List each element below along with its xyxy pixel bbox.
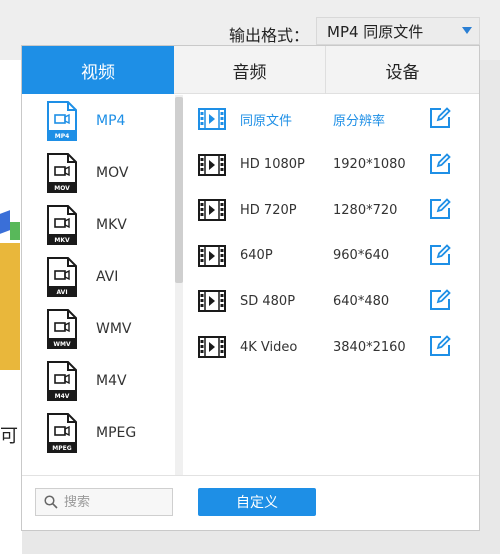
search-input[interactable] — [64, 494, 164, 510]
svg-text:WMV: WMV — [53, 341, 71, 348]
svg-text:MOV: MOV — [54, 185, 70, 192]
svg-text:AVI: AVI — [56, 289, 67, 296]
preset-resolution: 1920*1080 — [333, 157, 406, 173]
format-list: MP4 MP4 MOV MOV MKV MKV AVI AVI WMV WMV M4V M4V MPEG… — [22, 95, 183, 475]
format-label: AVI — [96, 269, 119, 285]
format-item-mov[interactable]: MOV MOV — [22, 147, 182, 199]
preset-name: 同原文件 — [240, 113, 293, 129]
preset-name: HD 1080P — [240, 157, 305, 173]
format-label: MP4 — [96, 113, 126, 129]
preset-name: 640P — [240, 248, 273, 264]
svg-text:M4V: M4V — [55, 393, 70, 400]
format-list-scrollbar[interactable] — [175, 95, 183, 475]
background-thumbnail — [0, 243, 20, 370]
preset-row[interactable]: HD 1080P 1920*1080 — [184, 142, 479, 188]
popup-footer: 自定义 — [22, 475, 479, 530]
category-tabs: 视频 音频 设备 — [22, 46, 479, 94]
edit-icon[interactable] — [429, 244, 451, 270]
format-item-avi[interactable]: AVI AVI — [22, 251, 182, 303]
preset-row[interactable]: 4K Video 3840*2160 — [184, 324, 479, 370]
edit-icon[interactable] — [429, 198, 451, 224]
search-icon — [44, 495, 58, 509]
preset-name: HD 720P — [240, 202, 297, 218]
background-shape — [0, 210, 10, 234]
format-item-mkv[interactable]: MKV MKV — [22, 199, 182, 251]
tab-device[interactable]: 设备 — [326, 46, 479, 94]
background-shape — [10, 222, 20, 240]
tab-video[interactable]: 视频 — [22, 46, 174, 94]
format-item-mp4[interactable]: MP4 MP4 — [22, 95, 182, 147]
format-label: MOV — [96, 165, 129, 181]
edit-icon[interactable] — [429, 335, 451, 361]
preset-name: SD 480P — [240, 293, 296, 309]
preset-row[interactable]: SD 480P 640*480 — [184, 278, 479, 324]
video-file-icon: MOV — [47, 153, 77, 193]
preset-resolution: 640*480 — [333, 293, 390, 309]
preset-resolution: 960*640 — [333, 248, 390, 264]
film-icon — [198, 336, 226, 362]
format-label: WMV — [96, 321, 132, 337]
custom-button[interactable]: 自定义 — [198, 488, 316, 516]
format-item-mpeg[interactable]: MPEG MPEG — [22, 407, 182, 459]
search-box[interactable] — [35, 488, 173, 516]
output-format-select[interactable]: MP4 同原文件 — [316, 17, 480, 45]
preset-row[interactable]: 同原文件 原分辨率 — [184, 96, 479, 142]
edit-icon[interactable] — [429, 107, 451, 133]
format-item-m4v[interactable]: M4V M4V — [22, 355, 182, 407]
video-file-icon: MKV — [47, 205, 77, 245]
preset-name: 4K Video — [240, 339, 298, 355]
film-icon — [198, 108, 226, 134]
svg-text:MPEG: MPEG — [52, 445, 71, 452]
preset-list: 同原文件 原分辨率 HD 1080P 1920*1080 HD 720P 1280*720… — [184, 95, 479, 475]
format-label: M4V — [96, 373, 127, 389]
preset-resolution: 1280*720 — [333, 202, 398, 218]
svg-text:MP4: MP4 — [55, 133, 70, 140]
edit-icon[interactable] — [429, 152, 451, 179]
video-file-icon: MPEG — [47, 413, 77, 453]
output-format-label: 输出格式： — [229, 26, 310, 45]
video-file-icon: AVI — [47, 257, 77, 297]
preset-row[interactable]: 640P 960*640 — [184, 233, 479, 279]
video-file-icon: M4V — [47, 361, 77, 401]
output-format-value: MP4 同原文件 — [327, 22, 424, 41]
format-item-wmv[interactable]: WMV WMV — [22, 303, 182, 355]
background-text: 可 — [0, 426, 18, 447]
film-icon — [198, 153, 226, 180]
video-file-icon: WMV — [47, 309, 77, 349]
tab-audio[interactable]: 音频 — [174, 46, 326, 94]
edit-icon[interactable] — [429, 289, 451, 315]
video-file-icon: MP4 — [47, 101, 77, 141]
film-icon — [198, 244, 226, 271]
chevron-down-icon[interactable] — [462, 27, 472, 34]
preset-resolution: 原分辨率 — [333, 113, 386, 129]
format-label: MPEG — [96, 425, 137, 441]
film-icon — [198, 199, 226, 225]
format-picker-popup: 视频 音频 设备 MP4 MP4 MOV MOV MKV MKV AVI AVI WMV WMV M… — [21, 45, 480, 531]
svg-text:MKV: MKV — [54, 237, 70, 244]
preset-resolution: 3840*2160 — [333, 339, 406, 355]
scrollbar-thumb[interactable] — [175, 97, 183, 283]
preset-row[interactable]: HD 720P 1280*720 — [184, 187, 479, 233]
film-icon — [198, 290, 226, 316]
format-label: MKV — [96, 217, 127, 233]
